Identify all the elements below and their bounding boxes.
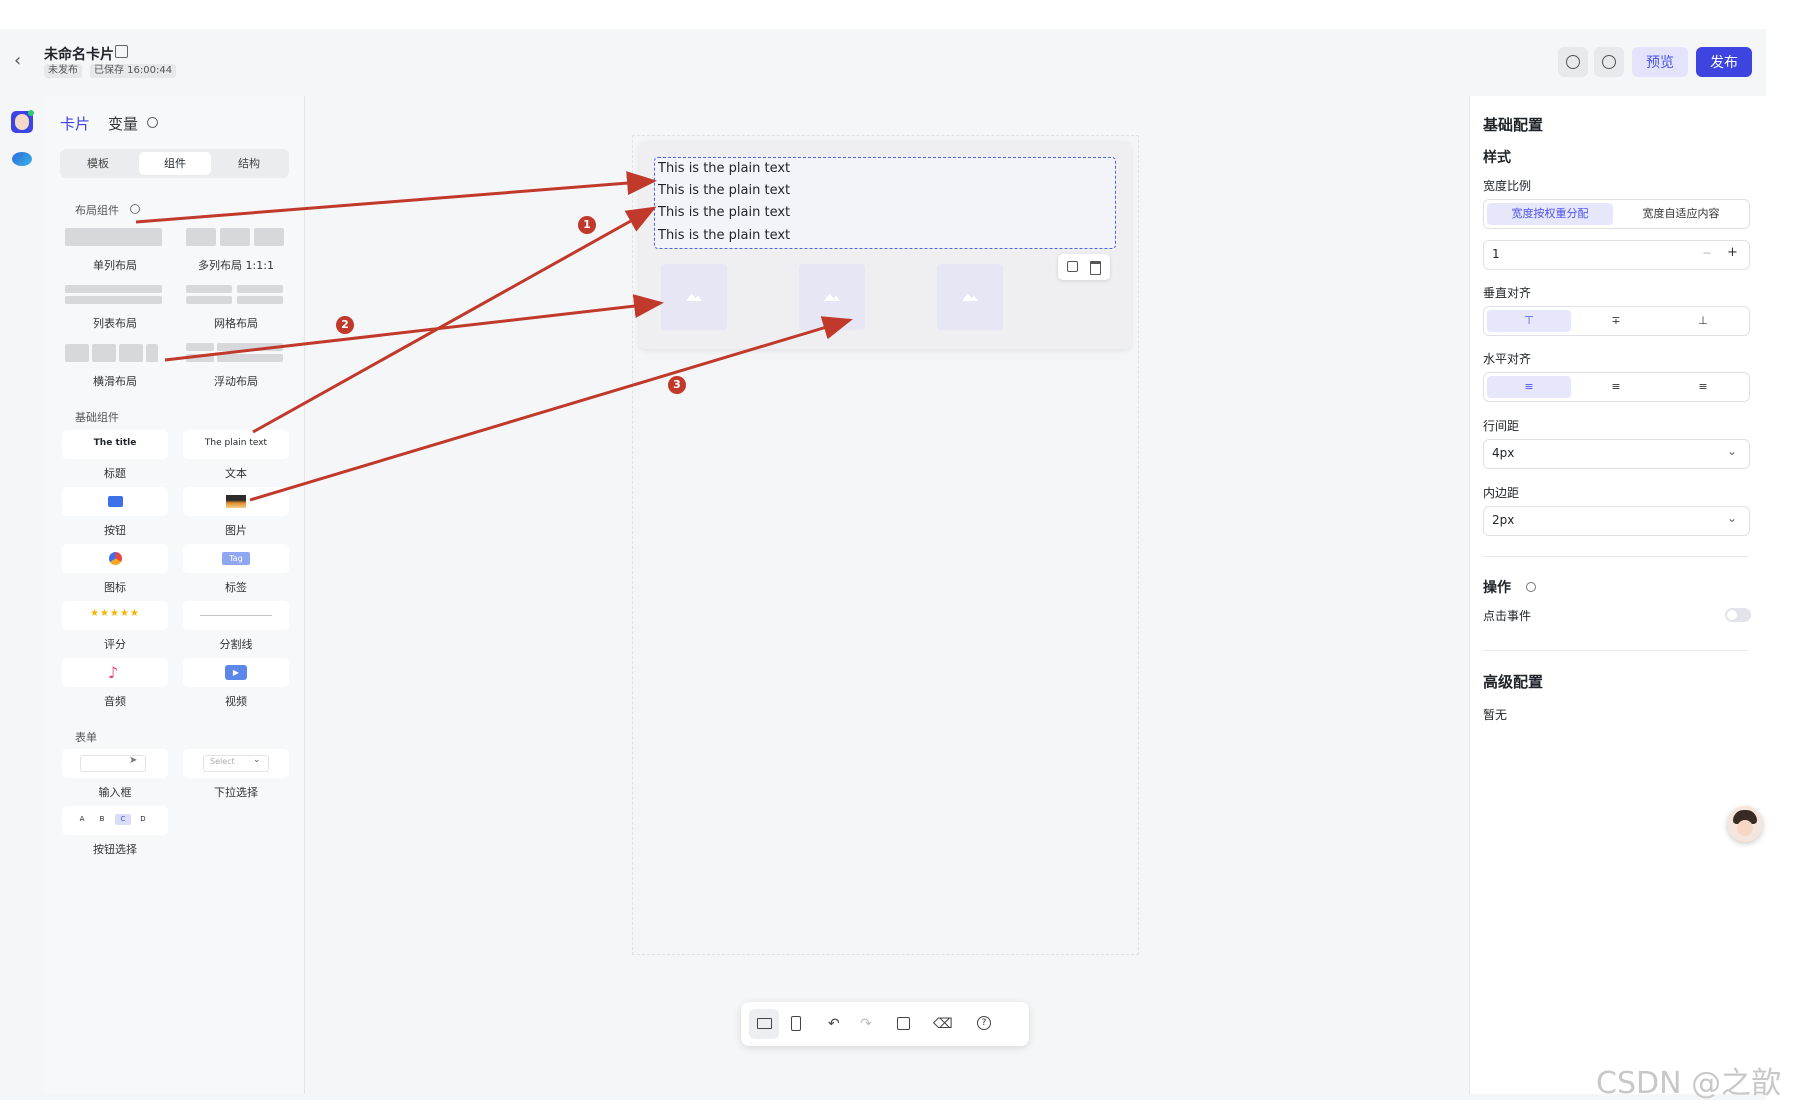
basic-config-title: 基础配置: [1483, 116, 1544, 134]
section-divider: [1483, 556, 1748, 557]
width-ratio-segmented: 宽度按权重分配 宽度自适应内容: [1483, 199, 1750, 229]
plus-icon[interactable]: +: [1727, 245, 1738, 260]
advanced-config-title: 高级配置: [1483, 673, 1544, 691]
action-title: 操作: [1483, 580, 1511, 596]
line-spacing-value: 4px: [1492, 446, 1515, 460]
chevron-down-icon: ⌄: [1727, 511, 1738, 525]
arrow-layout-to-text: [135, 171, 657, 224]
advanced-config-value: 暂无: [1483, 708, 1508, 722]
padding-value: 2px: [1492, 513, 1515, 527]
horizontal-align-segmented: ≡ ≡ ≡: [1483, 372, 1750, 402]
chevron-down-icon: ⌄: [1727, 444, 1738, 458]
desktop-view-button[interactable]: [749, 1009, 779, 1039]
action-info-icon[interactable]: [1526, 582, 1536, 592]
style-title: 样式: [1483, 150, 1511, 166]
width-ratio-label: 宽度比例: [1483, 179, 1532, 193]
desktop-icon: [757, 1018, 772, 1029]
line-spacing-select[interactable]: 4px ⌄: [1483, 439, 1750, 469]
annotation-badge-3: 3: [668, 376, 686, 394]
line-spacing-label: 行间距: [1483, 419, 1520, 433]
vertical-align-segmented: ⊤ ∓ ⊥: [1483, 306, 1750, 336]
align-middle-icon[interactable]: ∓: [1574, 310, 1658, 332]
weight-stepper[interactable]: 1 − +: [1483, 240, 1750, 270]
assistant-avatar[interactable]: [1727, 806, 1763, 842]
width-by-weight-option[interactable]: 宽度按权重分配: [1487, 203, 1613, 225]
vertical-align-label: 垂直对齐: [1483, 286, 1532, 300]
click-event-label: 点击事件: [1483, 609, 1532, 623]
redo-icon[interactable]: ↷: [860, 1016, 872, 1032]
padding-select[interactable]: 2px ⌄: [1483, 506, 1750, 536]
arrow-image-to-placeholder: [249, 316, 853, 502]
canvas-bottom-toolbar: ↶ ↷ ⌫ ?: [741, 1002, 1029, 1046]
minus-icon[interactable]: −: [1702, 246, 1712, 260]
mobile-view-icon[interactable]: [791, 1016, 801, 1031]
section-divider: [1483, 650, 1748, 651]
watermark: CSDN @之歆: [1596, 1066, 1782, 1101]
weight-value: 1: [1492, 247, 1500, 261]
padding-label: 内边距: [1483, 486, 1520, 500]
annotation-badge-1: 1: [578, 216, 596, 234]
arrow-scroll-layout-to-image: [164, 294, 664, 362]
grid-icon[interactable]: [897, 1017, 910, 1030]
click-event-toggle[interactable]: [1725, 608, 1751, 622]
align-right-icon[interactable]: ≡: [1661, 376, 1745, 398]
align-bottom-icon[interactable]: ⊥: [1661, 310, 1745, 332]
horizontal-align-label: 水平对齐: [1483, 352, 1532, 366]
eraser-icon[interactable]: ⌫: [933, 1016, 953, 1032]
undo-icon[interactable]: ↶: [828, 1016, 840, 1032]
annotation-badge-2: 2: [336, 316, 354, 334]
align-center-icon[interactable]: ≡: [1574, 376, 1658, 398]
width-fit-content-option[interactable]: 宽度自适应内容: [1618, 203, 1744, 225]
align-left-icon[interactable]: ≡: [1487, 376, 1571, 398]
align-top-icon[interactable]: ⊤: [1487, 310, 1571, 332]
help-icon[interactable]: ?: [977, 1016, 991, 1030]
